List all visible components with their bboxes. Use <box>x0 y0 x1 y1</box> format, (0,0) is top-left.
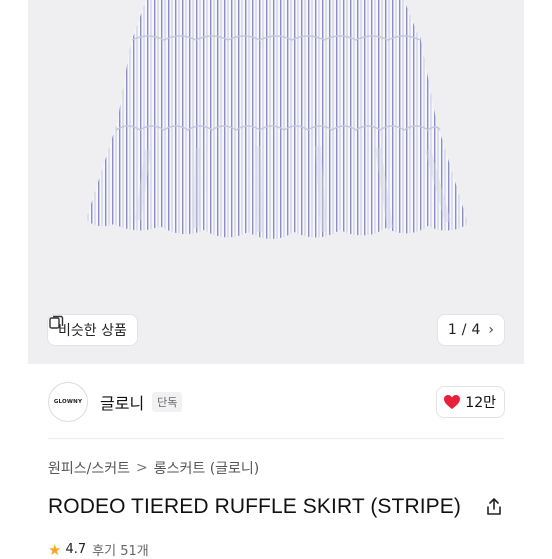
exclusive-badge: 단독 <box>152 392 183 412</box>
brand-logo-text: GLOWNY <box>53 399 83 405</box>
breadcrumb-separator: > <box>136 460 148 476</box>
brand-logo-avatar[interactable]: GLOWNY <box>48 382 88 422</box>
pager-separator: / <box>461 322 467 338</box>
pager-total: 4 <box>471 322 481 338</box>
heart-icon <box>444 395 461 409</box>
brand-row: GLOWNY 글로니 단독 12만 <box>48 382 504 422</box>
star-icon: ★ <box>48 540 62 559</box>
similar-products-label: 비슷한 상품 <box>58 323 127 339</box>
similar-products-icon <box>49 315 64 329</box>
similar-products-button[interactable]: 비슷한 상품 <box>48 315 137 345</box>
brand-name-link[interactable]: 글로니 <box>100 390 144 414</box>
rating-row[interactable]: ★ 4.7 후기 51개 <box>48 540 149 559</box>
breadcrumb: 원피스/스커트 > 롱스커트 (글로니) <box>48 458 259 478</box>
pager-current: 1 <box>447 322 457 338</box>
product-image-gallery[interactable]: 비슷한 상품 1 / 4 › <box>28 0 524 364</box>
share-icon[interactable] <box>484 497 504 517</box>
review-count[interactable]: 후기 51개 <box>92 540 149 559</box>
product-photo-skirt <box>86 0 468 239</box>
image-pager[interactable]: 1 / 4 › <box>437 315 504 345</box>
rating-score: 4.7 <box>65 542 87 557</box>
breadcrumb-current[interactable]: 롱스커트 (글로니) <box>154 458 260 478</box>
chevron-right-icon[interactable]: › <box>488 322 494 338</box>
product-title-row: RODEO TIERED RUFFLE SKIRT (STRIPE) <box>48 488 504 526</box>
like-button[interactable]: 12만 <box>437 387 504 417</box>
product-title: RODEO TIERED RUFFLE SKIRT (STRIPE) <box>48 495 461 518</box>
like-count: 12만 <box>465 395 496 411</box>
divider <box>48 438 504 439</box>
breadcrumb-parent[interactable]: 원피스/스커트 <box>48 458 130 478</box>
